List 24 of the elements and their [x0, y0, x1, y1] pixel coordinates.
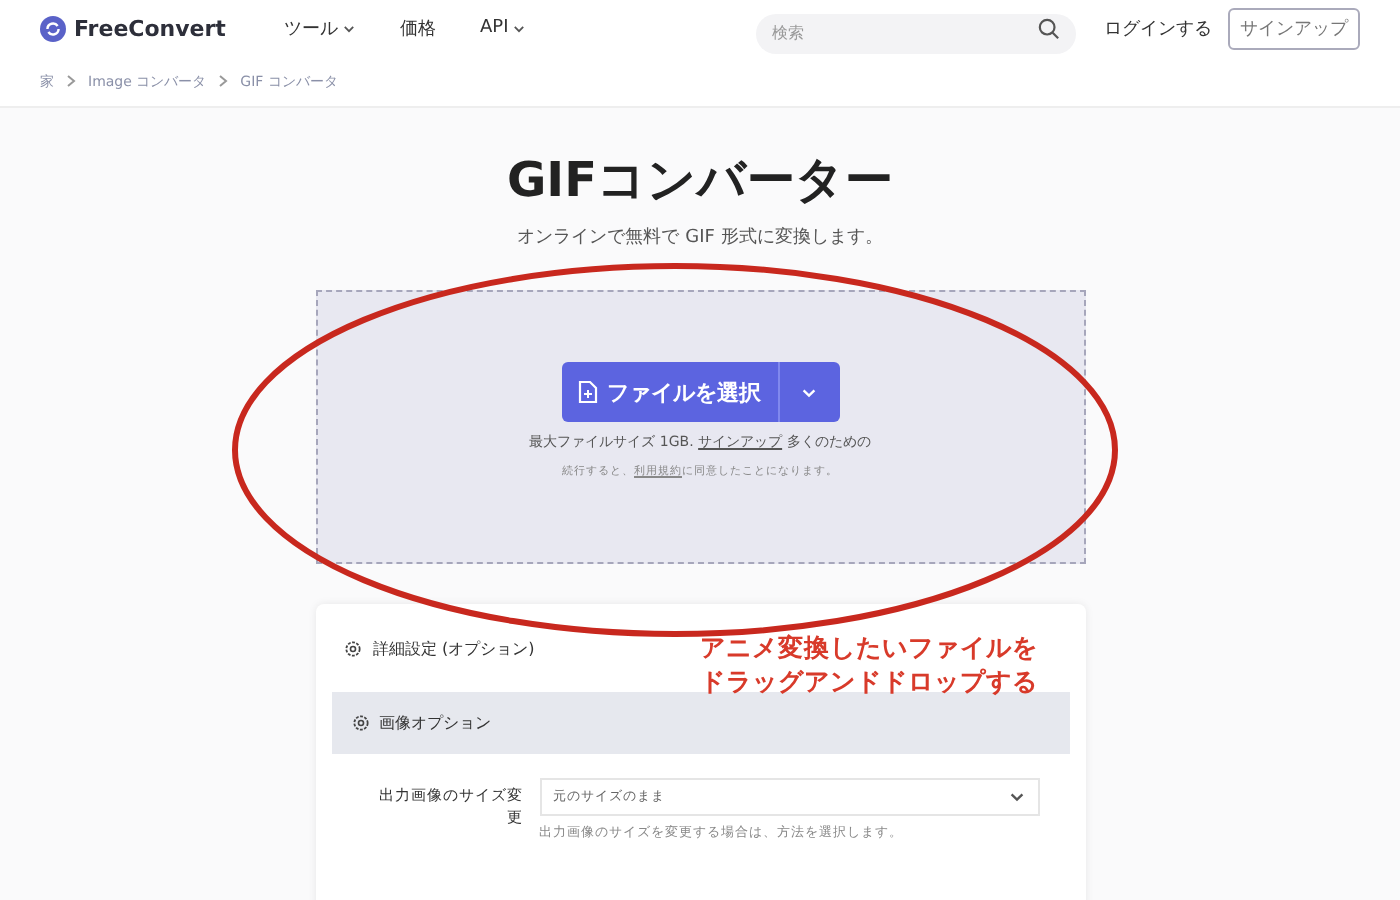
page-subtitle: オンラインで無料で GIF 形式に変換します。 — [515, 225, 885, 250]
nav-link[interactable]: 価格 — [400, 15, 436, 41]
login-link[interactable]: ログインする — [1104, 15, 1212, 41]
choose-file-button[interactable]: ファイルを選択 — [561, 362, 777, 422]
file-icon — [577, 380, 597, 404]
section-header[interactable]: 画像オプション — [331, 692, 1069, 754]
search-icon — [1038, 17, 1060, 39]
chevron-down-icon — [1007, 788, 1025, 806]
signup-button[interactable]: サインアップ — [1228, 7, 1360, 49]
page-title: GIFコンバーター — [504, 150, 896, 212]
chevron-down-icon — [342, 21, 356, 35]
chevron-right-icon — [218, 74, 229, 88]
chevron-down-icon — [512, 21, 527, 35]
nav-link[interactable]: ツール — [284, 15, 356, 41]
settings-title[interactable]: 詳細設定 (オプション) — [373, 637, 535, 659]
chevron-right-icon — [66, 74, 76, 88]
dropdown-button[interactable] — [777, 362, 839, 422]
logo-text[interactable]: FreeConvert — [74, 15, 284, 41]
gear-icon — [343, 639, 361, 657]
logo-icon — [40, 15, 66, 41]
nav-link[interactable]: API — [480, 18, 527, 38]
annotation-text: アニメ変換したいファイルを — [700, 632, 1038, 665]
search-field[interactable]: 検索 — [756, 13, 1076, 53]
gear-icon — [351, 714, 369, 732]
